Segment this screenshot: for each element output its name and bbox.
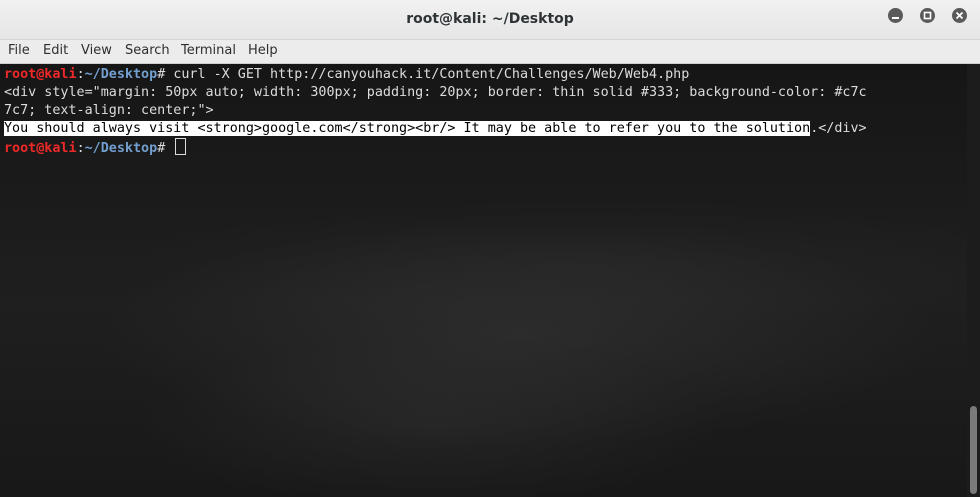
prompt-symbol: # — [157, 141, 174, 156]
prompt-separator: : — [76, 67, 85, 82]
title-bar[interactable]: root@kali: ~/Desktop — [0, 0, 980, 40]
menu-file[interactable]: File — [8, 43, 30, 58]
scrollbar[interactable] — [967, 64, 980, 497]
scrollbar-thumb[interactable] — [970, 406, 977, 494]
terminal-output[interactable]: root@kali:~/Desktop# curl -X GET http://… — [0, 64, 967, 497]
prompt-path: ~/Desktop — [84, 141, 158, 156]
prompt-path: ~/Desktop — [84, 67, 158, 82]
prompt-line[interactable]: root@kali:~/Desktop# — [4, 138, 187, 156]
minimize-icon — [892, 17, 899, 19]
menu-terminal[interactable]: Terminal — [181, 43, 236, 58]
output-line: <div style="margin: 50px auto; width: 30… — [4, 85, 867, 100]
menu-bar: File Edit View Search Terminal Help — [0, 40, 980, 64]
prompt-symbol: # — [157, 67, 174, 82]
prompt-separator: : — [76, 141, 85, 156]
close-icon — [955, 11, 964, 20]
minimize-button[interactable] — [888, 8, 903, 23]
window-title: root@kali: ~/Desktop — [406, 11, 574, 27]
text-cursor — [175, 138, 187, 155]
maximize-icon — [923, 11, 932, 20]
command-line: root@kali:~/Desktop# curl -X GET http://… — [4, 66, 689, 84]
selected-text[interactable]: You should always visit <strong>google.c… — [4, 121, 811, 136]
command-text: curl -X GET http://canyouhack.it/Content… — [173, 67, 690, 82]
menu-search[interactable]: Search — [125, 43, 170, 58]
output-line: You should always visit <strong>google.c… — [4, 120, 867, 138]
menu-view[interactable]: View — [81, 43, 112, 58]
terminal-window: root@kali: ~/Desktop File Edit View Sear… — [0, 0, 980, 497]
prompt-user: root@kali — [4, 67, 77, 82]
menu-edit[interactable]: Edit — [43, 43, 68, 58]
output-line: 7c7; text-align: center;"> — [4, 103, 214, 118]
maximize-button[interactable] — [920, 8, 935, 23]
output-text: .</div> — [810, 121, 867, 136]
prompt-user: root@kali — [4, 141, 77, 156]
close-button[interactable] — [952, 8, 967, 23]
menu-help[interactable]: Help — [248, 43, 278, 58]
